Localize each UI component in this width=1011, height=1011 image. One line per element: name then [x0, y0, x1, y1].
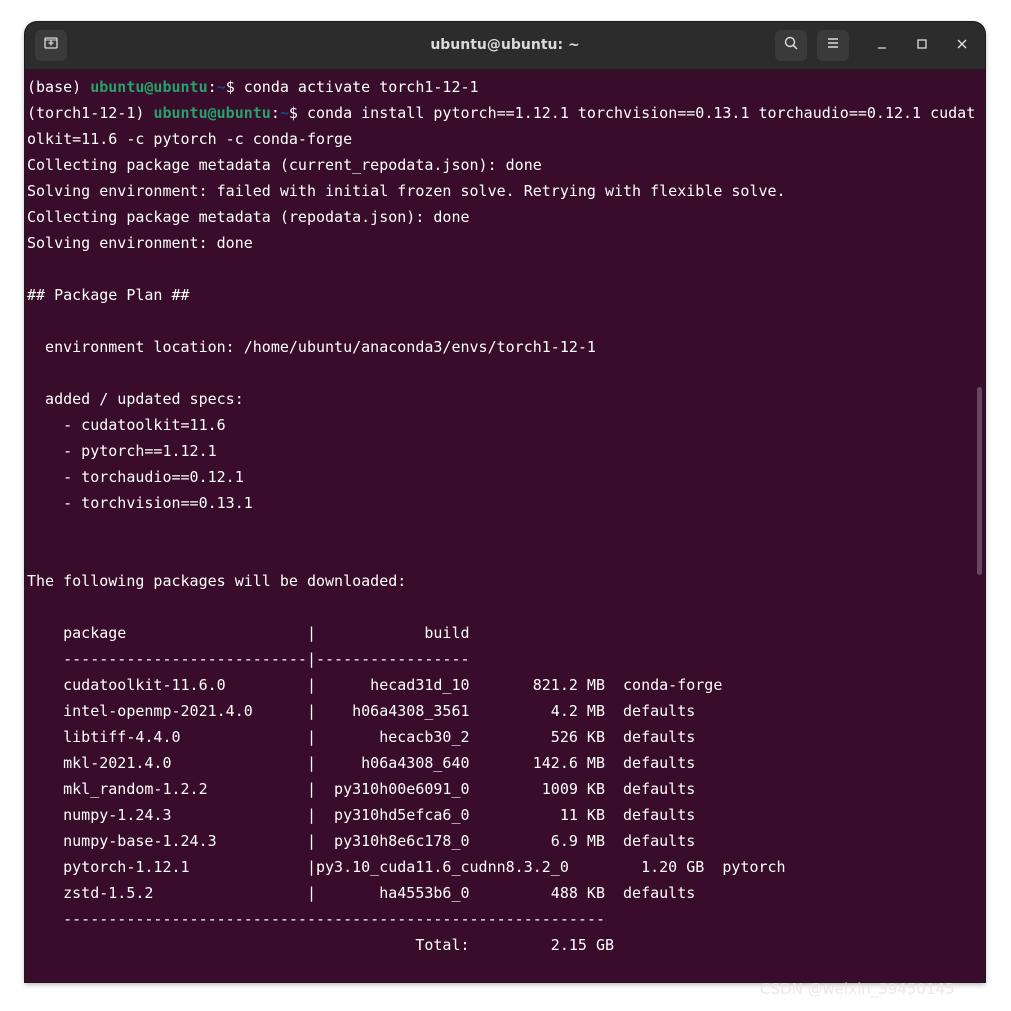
- minimize-icon: [876, 37, 888, 55]
- output-line: - torchaudio==0.12.1: [27, 468, 244, 486]
- prompt-env: (torch1-12-1): [27, 104, 154, 122]
- prompt-command: conda install pytorch==1.12.1 torchvisio…: [306, 104, 976, 122]
- output-line: mkl_random-1.2.2 | py310h00e6091_0 1009 …: [27, 780, 696, 798]
- output-line: numpy-base-1.24.3 | py310h8e6c178_0 6.9 …: [27, 832, 696, 850]
- output-line: Total: 2.15 GB: [27, 936, 614, 954]
- prompt-path: ~: [279, 104, 289, 122]
- output-line: ## Package Plan ##: [27, 286, 190, 304]
- output-line: - torchvision==0.13.1: [27, 494, 253, 512]
- output-line: mkl-2021.4.0 | h06a4308_640 142.6 MB def…: [27, 754, 696, 772]
- prompt-command: conda activate torch1-12-1: [243, 78, 479, 96]
- output-line: zstd-1.5.2 | ha4553b6_0 488 KB defaults: [27, 884, 696, 902]
- search-icon: [783, 35, 799, 56]
- output-line: Solving environment: failed with initial…: [27, 182, 786, 200]
- prompt-user-host: ubuntu@ubuntu: [153, 104, 271, 122]
- close-icon: [956, 37, 968, 55]
- minimize-button[interactable]: [870, 34, 894, 58]
- vertical-scrollbar[interactable]: [977, 387, 982, 575]
- output-line: The following packages will be downloade…: [27, 572, 407, 590]
- terminal-window: ubuntu@ubuntu: ~ (base) ubuntu@ubuntu:~$…: [25, 22, 985, 982]
- terminal-output-area[interactable]: (base) ubuntu@ubuntu:~$ conda activate t…: [25, 70, 985, 982]
- prompt-dollar: $: [225, 78, 244, 96]
- output-line: ---------------------------|------------…: [27, 650, 470, 668]
- menu-button[interactable]: [817, 30, 849, 61]
- output-line: package | build: [27, 624, 470, 642]
- output-line: Solving environment: done: [27, 234, 253, 252]
- output-line: olkit=11.6 -c pytorch -c conda-forge: [27, 130, 353, 148]
- output-line: numpy-1.24.3 | py310hd5efca6_0 11 KB def…: [27, 806, 696, 824]
- maximize-button[interactable]: [910, 34, 934, 58]
- maximize-icon: [916, 37, 928, 55]
- prompt-line: (base) ubuntu@ubuntu:~$ conda activate t…: [27, 74, 975, 100]
- output-line: environment location: /home/ubuntu/anaco…: [27, 338, 596, 356]
- terminal-lines: (base) ubuntu@ubuntu:~$ conda activate t…: [27, 74, 975, 958]
- watermark-text: CSDN @weixin_39450145: [760, 980, 955, 998]
- output-line: Collecting package metadata (repodata.js…: [27, 208, 470, 226]
- prompt-colon: :: [207, 78, 217, 96]
- prompt-line: (torch1-12-1) ubuntu@ubuntu:~$ conda ins…: [27, 100, 975, 126]
- output-line: intel-openmp-2021.4.0 | h06a4308_3561 4.…: [27, 702, 696, 720]
- prompt-path: ~: [216, 78, 226, 96]
- output-line: added / updated specs:: [27, 390, 244, 408]
- search-button[interactable]: [775, 30, 807, 61]
- output-line: cudatoolkit-11.6.0 | hecad31d_10 821.2 M…: [27, 676, 723, 694]
- output-line: pytorch-1.12.1 |py3.10_cuda11.6_cudnn8.3…: [27, 858, 786, 876]
- output-line: Collecting package metadata (current_rep…: [27, 156, 542, 174]
- hamburger-menu-icon: [825, 35, 841, 56]
- output-line: ----------------------------------------…: [27, 910, 605, 928]
- prompt-user-host: ubuntu@ubuntu: [90, 78, 208, 96]
- title-bar[interactable]: ubuntu@ubuntu: ~: [25, 22, 985, 70]
- prompt-dollar: $: [288, 104, 307, 122]
- prompt-env: (base): [27, 78, 91, 96]
- output-line: - pytorch==1.12.1: [27, 442, 217, 460]
- output-line: - cudatoolkit=11.6: [27, 416, 226, 434]
- close-button[interactable]: [950, 34, 974, 58]
- prompt-colon: :: [270, 104, 280, 122]
- output-line: libtiff-4.4.0 | hecacb30_2 526 KB defaul…: [27, 728, 696, 746]
